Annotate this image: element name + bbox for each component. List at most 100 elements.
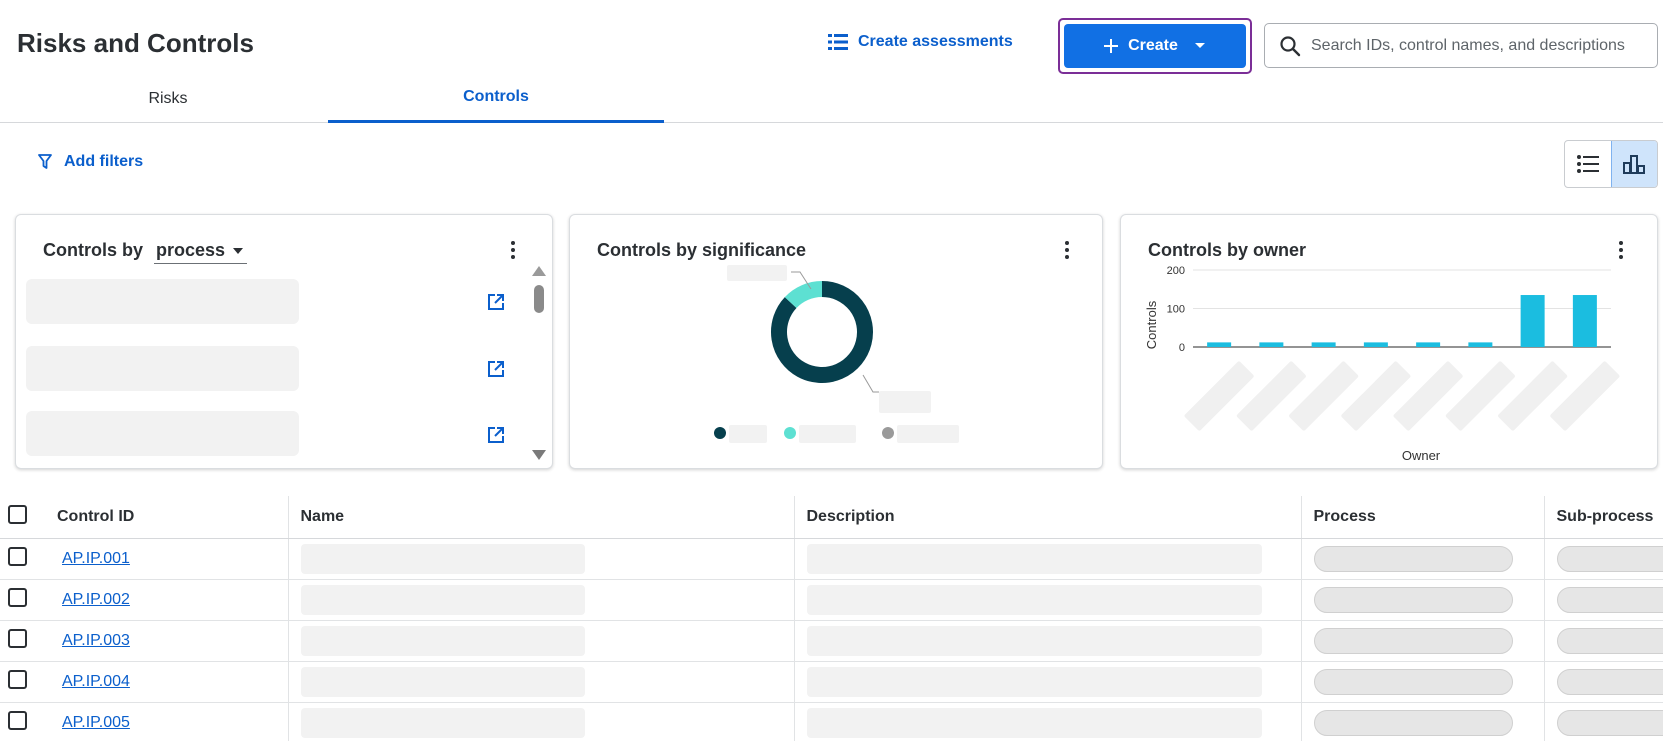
scroll-down-arrow-icon[interactable] <box>532 449 546 461</box>
table-row[interactable]: AP.IP.003 <box>0 620 1663 662</box>
column-header-control-id[interactable]: Control ID <box>42 496 288 539</box>
add-filters-button[interactable]: Add filters <box>38 153 143 171</box>
row-checkbox[interactable] <box>8 546 27 566</box>
row-checkbox[interactable] <box>8 587 27 607</box>
list-icon <box>828 34 848 50</box>
y-tick-label: 0 <box>1179 342 1185 354</box>
control-id-link[interactable]: AP.IP.004 <box>62 673 130 690</box>
name-placeholder <box>300 666 585 697</box>
description-placeholder <box>806 625 1262 656</box>
tab-controls[interactable]: Controls <box>328 74 664 123</box>
column-header-name[interactable]: Name <box>287 496 794 539</box>
description-placeholder <box>806 543 1262 574</box>
controls-by-significance-card: Controls by significance <box>569 214 1103 469</box>
bar[interactable] <box>1311 342 1336 347</box>
chart-view-icon <box>1623 155 1646 174</box>
external-link-icon[interactable] <box>487 426 505 444</box>
external-link-icon[interactable] <box>487 360 505 378</box>
table-row[interactable]: AP.IP.004 <box>0 661 1663 703</box>
bar[interactable] <box>1207 342 1232 347</box>
table-row[interactable]: AP.IP.001 <box>0 538 1663 580</box>
process-pill-placeholder <box>1313 545 1513 572</box>
view-toggle <box>1564 140 1658 188</box>
slice-label-placeholder <box>879 391 931 413</box>
donut-slice[interactable] <box>784 281 823 309</box>
y-tick-label: 100 <box>1167 304 1185 316</box>
group-by-value: process <box>156 240 226 260</box>
process-pill-placeholder <box>1313 709 1513 736</box>
donut-chart <box>714 265 959 443</box>
bar[interactable] <box>1572 295 1597 347</box>
bar[interactable] <box>1363 342 1388 347</box>
legend-swatch <box>882 427 894 439</box>
bar-chart: Controls Owner 0 100 200 <box>1144 265 1620 463</box>
process-row-placeholder <box>26 411 299 456</box>
description-placeholder <box>806 584 1262 615</box>
row-checkbox[interactable] <box>8 669 27 689</box>
process-row-placeholder <box>26 346 299 391</box>
table-header-row: Control ID Name Description Process Sub-… <box>0 496 1663 539</box>
bar[interactable] <box>1520 295 1545 347</box>
add-filters-label: Add filters <box>64 153 144 170</box>
scrollbar-thumb[interactable] <box>534 285 544 313</box>
search-field[interactable] <box>1264 23 1658 68</box>
chart-view-button[interactable] <box>1610 141 1657 187</box>
create-label: Create <box>1128 37 1178 54</box>
list-view-button[interactable] <box>1565 141 1611 187</box>
tab-bar: Risks Controls <box>0 74 1663 123</box>
table-row[interactable]: AP.IP.005 <box>0 702 1663 741</box>
y-axis-title: Controls <box>1144 300 1159 349</box>
sub-process-pill-placeholder <box>1556 668 1663 695</box>
select-all-cell <box>0 496 42 539</box>
name-placeholder <box>300 584 585 615</box>
scrollbar[interactable] <box>532 265 546 461</box>
row-checkbox[interactable] <box>8 628 27 648</box>
name-placeholder <box>300 543 585 574</box>
scroll-up-arrow-icon[interactable] <box>532 265 546 277</box>
control-id-link[interactable]: AP.IP.005 <box>62 714 130 731</box>
list-view-icon <box>1576 155 1599 173</box>
search-input[interactable] <box>1311 36 1651 55</box>
control-id-link[interactable]: AP.IP.002 <box>62 591 130 608</box>
sub-process-pill-placeholder <box>1556 709 1663 736</box>
card-menu-button[interactable] <box>503 237 523 263</box>
table-row[interactable]: AP.IP.002 <box>0 579 1663 621</box>
row-checkbox[interactable] <box>8 710 27 730</box>
column-header-process[interactable]: Process <box>1300 496 1544 539</box>
external-link-icon[interactable] <box>487 293 505 311</box>
page-title: Risks and Controls <box>17 28 254 58</box>
bar[interactable] <box>1259 342 1284 347</box>
sub-process-pill-placeholder <box>1556 545 1663 572</box>
bar[interactable] <box>1468 342 1493 347</box>
column-header-description[interactable]: Description <box>793 496 1301 539</box>
process-pill-placeholder <box>1313 668 1513 695</box>
controls-by-owner-card: Controls by owner Controls Owner 0 100 200 <box>1120 214 1658 469</box>
y-tick-label: 200 <box>1167 265 1185 277</box>
select-all-checkbox[interactable] <box>8 504 27 524</box>
create-button[interactable]: Create <box>1064 24 1246 68</box>
caret-down-icon <box>1194 43 1205 48</box>
process-pill-placeholder <box>1313 586 1513 613</box>
legend-swatch <box>714 427 726 439</box>
control-id-link[interactable]: AP.IP.001 <box>62 550 130 567</box>
controls-by-process-card: Controls by process <box>15 214 553 469</box>
group-by-select[interactable]: process <box>154 240 248 264</box>
column-header-sub-process[interactable]: Sub-process <box>1543 496 1663 539</box>
plus-icon <box>1104 39 1119 53</box>
control-id-link[interactable]: AP.IP.003 <box>62 632 130 649</box>
caret-down-icon <box>233 247 244 254</box>
sub-process-pill-placeholder <box>1556 627 1663 654</box>
legend-swatch <box>784 427 796 439</box>
controls-table: Control ID Name Description Process Sub-… <box>0 496 1663 741</box>
create-assessments-label: Create assessments <box>858 33 1013 50</box>
description-placeholder <box>806 707 1262 738</box>
legend-label-placeholder <box>799 425 856 443</box>
create-button-focus-ring: Create <box>1058 18 1252 74</box>
tab-risks[interactable]: Risks <box>0 74 336 123</box>
create-assessments-button[interactable]: Create assessments <box>828 33 1013 51</box>
bar[interactable] <box>1416 342 1441 347</box>
name-placeholder <box>300 707 585 738</box>
card-title: Controls by process <box>43 240 248 264</box>
process-pill-placeholder <box>1313 627 1513 654</box>
x-axis-title: Owner <box>1402 448 1441 463</box>
